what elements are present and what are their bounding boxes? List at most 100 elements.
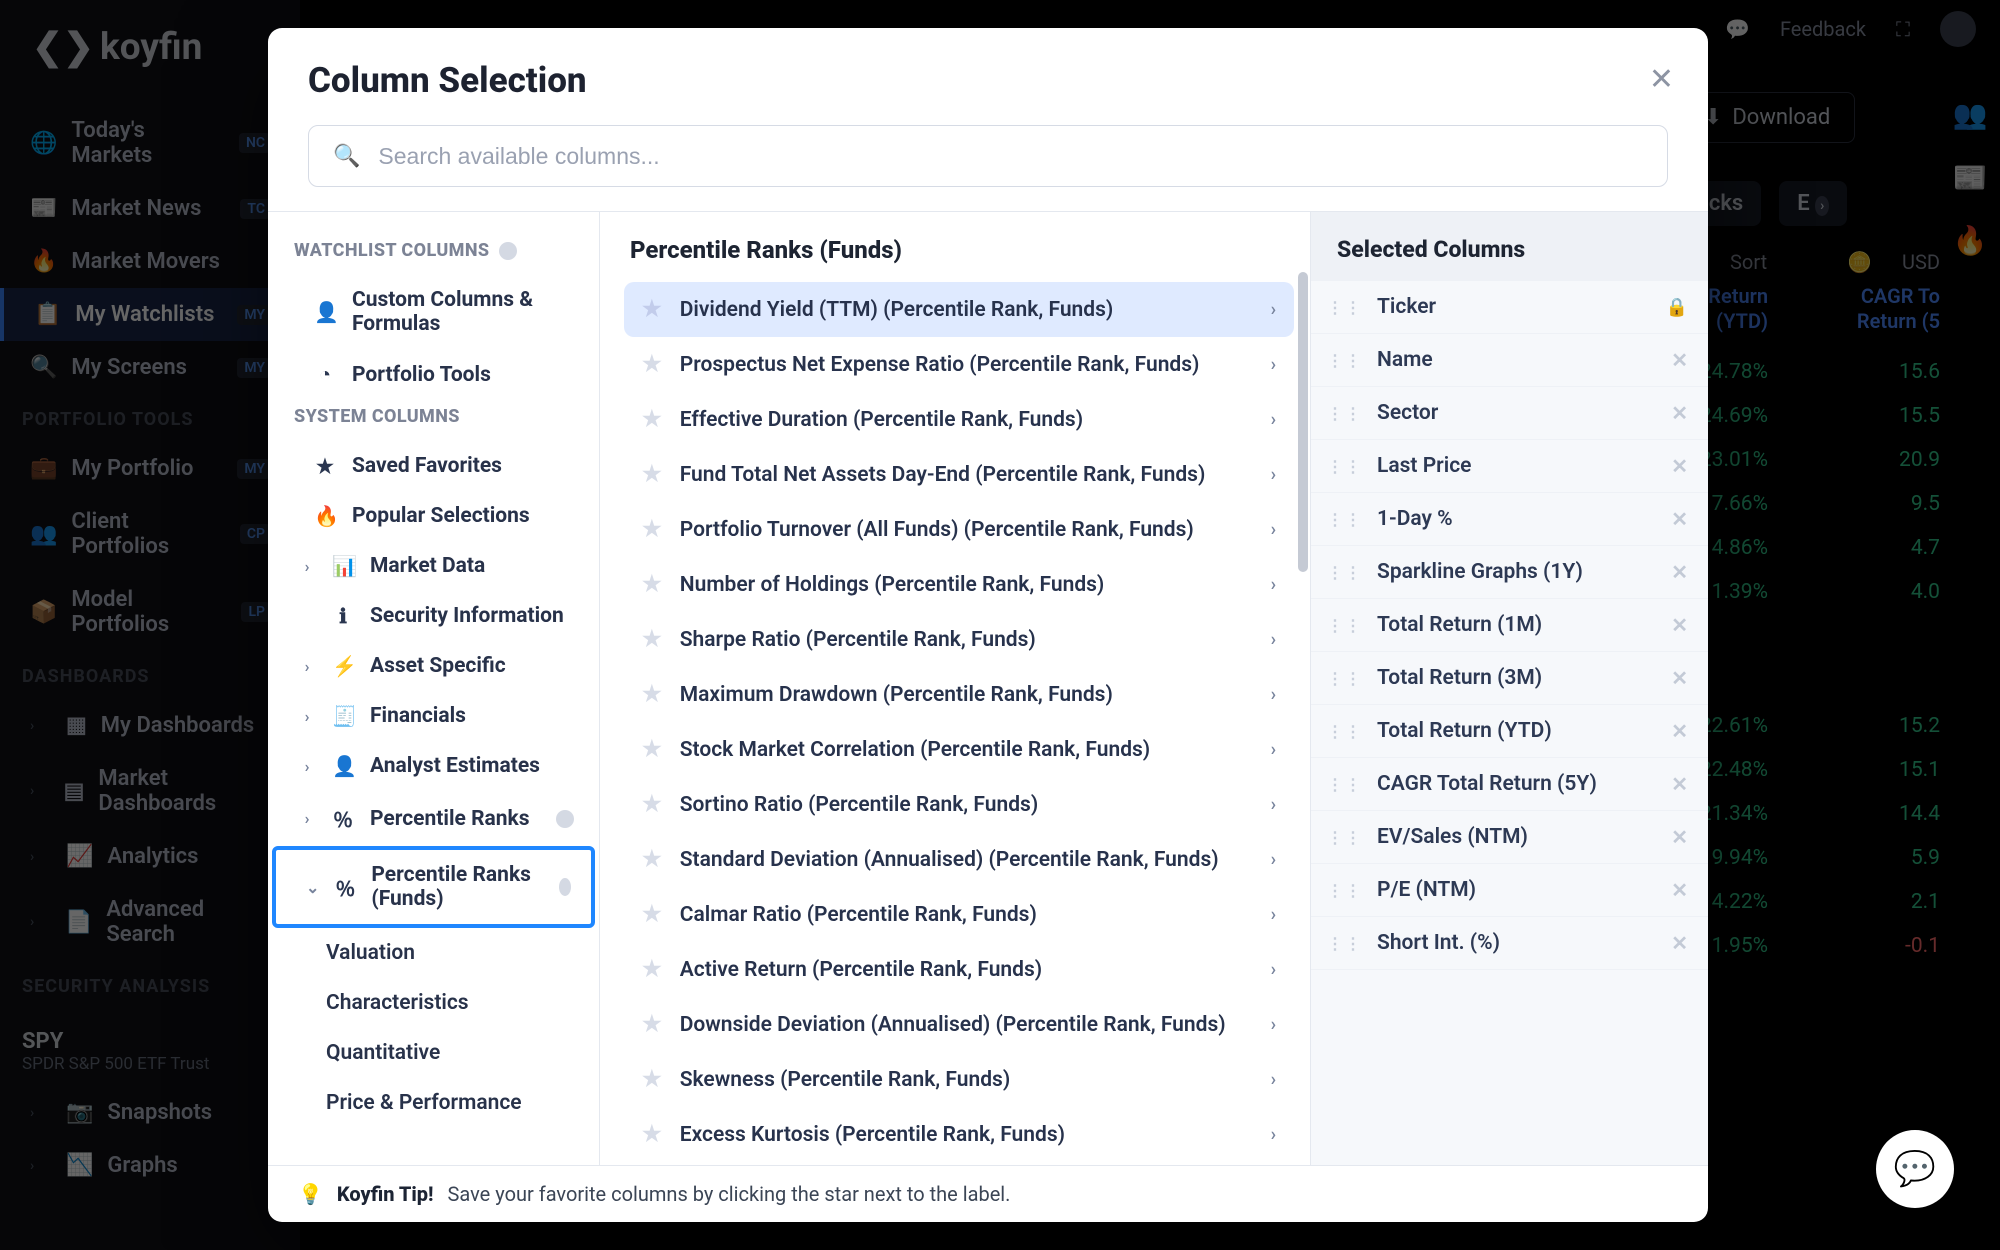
star-icon[interactable]: ★ (642, 352, 662, 377)
selected-column-row[interactable]: ⋮⋮EV/Sales (NTM)✕ (1311, 811, 1708, 864)
info-icon[interactable] (559, 878, 571, 896)
drag-handle-icon[interactable]: ⋮⋮ (1327, 510, 1363, 529)
selected-column-row[interactable]: ⋮⋮CAGR Total Return (5Y)✕ (1311, 758, 1708, 811)
available-column-row[interactable]: ★Skewness (Percentile Rank, Funds)› (624, 1052, 1294, 1107)
selected-column-row[interactable]: ⋮⋮Sparkline Graphs (1Y)✕ (1311, 546, 1708, 599)
available-column-row[interactable]: ★Dividend Yield (TTM) (Percentile Rank, … (624, 282, 1294, 337)
star-icon[interactable]: ★ (642, 572, 662, 597)
remove-icon[interactable]: ✕ (1671, 825, 1688, 849)
drag-handle-icon[interactable]: ⋮⋮ (1327, 563, 1363, 582)
available-column-row[interactable]: ★Sortino Ratio (Percentile Rank, Funds)› (624, 777, 1294, 832)
star-icon[interactable]: ★ (642, 737, 662, 762)
close-icon[interactable]: ✕ (1649, 62, 1674, 97)
star-icon[interactable]: ★ (642, 847, 662, 872)
available-column-row[interactable]: ★Calmar Ratio (Percentile Rank, Funds)› (624, 887, 1294, 942)
selected-column-row[interactable]: ⋮⋮P/E (NTM)✕ (1311, 864, 1708, 917)
drag-handle-icon[interactable]: ⋮⋮ (1327, 722, 1363, 741)
drag-handle-icon[interactable]: ⋮⋮ (1327, 616, 1363, 635)
category-icon: ⚡ (332, 654, 354, 678)
selected-column-row[interactable]: ⋮⋮Sector✕ (1311, 387, 1708, 440)
chat-fab[interactable]: 💬 (1876, 1130, 1954, 1208)
star-icon[interactable]: ★ (642, 1122, 662, 1147)
selected-column-row[interactable]: ⋮⋮Total Return (1M)✕ (1311, 599, 1708, 652)
drag-handle-icon[interactable]: ⋮⋮ (1327, 669, 1363, 688)
chevron-right-icon: › (1271, 739, 1276, 760)
drag-handle-icon[interactable]: ⋮⋮ (1327, 828, 1363, 847)
drag-handle-icon[interactable]: ⋮⋮ (1327, 404, 1363, 423)
info-icon[interactable] (499, 242, 517, 260)
star-icon[interactable]: ★ (642, 407, 662, 432)
remove-icon[interactable]: ✕ (1671, 507, 1688, 531)
remove-icon[interactable]: ✕ (1671, 454, 1688, 478)
category-item[interactable]: ★Saved Favorites (268, 441, 599, 491)
remove-icon[interactable]: ✕ (1671, 878, 1688, 902)
available-column-row[interactable]: ★Prospectus Net Expense Ratio (Percentil… (624, 337, 1294, 392)
star-icon[interactable]: ★ (642, 517, 662, 542)
column-label: Calmar Ratio (Percentile Rank, Funds) (680, 903, 1037, 927)
star-icon[interactable]: ★ (642, 297, 662, 322)
star-icon[interactable]: ★ (642, 902, 662, 927)
star-icon[interactable]: ★ (642, 792, 662, 817)
subcategory-item[interactable]: Quantitative (268, 1028, 599, 1078)
category-item[interactable]: ◔Portfolio Tools (268, 349, 599, 400)
drag-handle-icon[interactable]: ⋮⋮ (1327, 351, 1363, 370)
category-item[interactable]: ℹSecurity Information (268, 591, 599, 641)
available-column-row[interactable]: ★Sharpe Ratio (Percentile Rank, Funds)› (624, 612, 1294, 667)
available-columns-title: Percentile Ranks (Funds) (600, 212, 1310, 282)
selected-column-row[interactable]: ⋮⋮Name✕ (1311, 334, 1708, 387)
drag-handle-icon[interactable]: ⋮⋮ (1327, 775, 1363, 794)
search-field-wrap[interactable]: 🔍 (308, 125, 1668, 187)
category-item[interactable]: 🔥Popular Selections (268, 491, 599, 541)
search-input[interactable] (378, 143, 1643, 170)
subcategory-item[interactable]: Characteristics (268, 978, 599, 1028)
remove-icon[interactable]: ✕ (1671, 560, 1688, 584)
remove-icon[interactable]: ✕ (1671, 401, 1688, 425)
star-icon[interactable]: ★ (642, 957, 662, 982)
remove-icon[interactable]: ✕ (1671, 719, 1688, 743)
star-icon[interactable]: ★ (642, 682, 662, 707)
available-column-row[interactable]: ★Portfolio Turnover (All Funds) (Percent… (624, 502, 1294, 557)
available-column-row[interactable]: ★Excess Kurtosis (Percentile Rank, Funds… (624, 1107, 1294, 1162)
drag-handle-icon[interactable]: ⋮⋮ (1327, 457, 1363, 476)
drag-handle-icon[interactable]: ⋮⋮ (1327, 298, 1363, 317)
chevron-right-icon: › (1271, 519, 1276, 540)
selected-column-row[interactable]: ⋮⋮Ticker🔒 (1311, 281, 1708, 334)
info-icon[interactable] (556, 810, 574, 828)
available-column-row[interactable]: ★Stock Market Correlation (Percentile Ra… (624, 722, 1294, 777)
selected-column-row[interactable]: ⋮⋮Short Int. (%)✕ (1311, 917, 1708, 970)
star-icon[interactable]: ★ (642, 462, 662, 487)
star-icon[interactable]: ★ (642, 1067, 662, 1092)
available-column-row[interactable]: ★Standard Deviation (Annualised) (Percen… (624, 832, 1294, 887)
category-item[interactable]: ›％Percentile Ranks (268, 791, 599, 846)
selected-column-row[interactable]: ⋮⋮Total Return (YTD)✕ (1311, 705, 1708, 758)
remove-icon[interactable]: ✕ (1671, 772, 1688, 796)
category-item[interactable]: ›⚡Asset Specific (268, 641, 599, 691)
category-item[interactable]: ›🧾Financials (268, 691, 599, 741)
remove-icon[interactable]: ✕ (1671, 931, 1688, 955)
chevron-right-icon: › (1271, 354, 1276, 375)
star-icon[interactable]: ★ (642, 627, 662, 652)
subcategory-item[interactable]: Valuation (268, 928, 599, 978)
category-icon: ％ (332, 804, 354, 833)
available-column-row[interactable]: ★Downside Deviation (Annualised) (Percen… (624, 997, 1294, 1052)
drag-handle-icon[interactable]: ⋮⋮ (1327, 881, 1363, 900)
scrollbar[interactable] (1298, 272, 1308, 572)
category-item[interactable]: ›📊Market Data (268, 541, 599, 591)
selected-column-row[interactable]: ⋮⋮1-Day %✕ (1311, 493, 1708, 546)
remove-icon[interactable]: ✕ (1671, 348, 1688, 372)
available-column-row[interactable]: ★Effective Duration (Percentile Rank, Fu… (624, 392, 1294, 447)
drag-handle-icon[interactable]: ⋮⋮ (1327, 934, 1363, 953)
selected-column-row[interactable]: ⋮⋮Last Price✕ (1311, 440, 1708, 493)
category-item[interactable]: ›👤Analyst Estimates (268, 741, 599, 791)
available-column-row[interactable]: ★Maximum Drawdown (Percentile Rank, Fund… (624, 667, 1294, 722)
category-item[interactable]: ⌄％Percentile Ranks (Funds) (272, 846, 595, 928)
star-icon[interactable]: ★ (642, 1012, 662, 1037)
selected-column-row[interactable]: ⋮⋮Total Return (3M)✕ (1311, 652, 1708, 705)
category-item[interactable]: 👤Custom Columns & Formulas (268, 275, 599, 349)
remove-icon[interactable]: ✕ (1671, 666, 1688, 690)
available-column-row[interactable]: ★Active Return (Percentile Rank, Funds)› (624, 942, 1294, 997)
available-column-row[interactable]: ★Fund Total Net Assets Day-End (Percenti… (624, 447, 1294, 502)
remove-icon[interactable]: ✕ (1671, 613, 1688, 637)
available-column-row[interactable]: ★Number of Holdings (Percentile Rank, Fu… (624, 557, 1294, 612)
subcategory-item[interactable]: Price & Performance (268, 1078, 599, 1128)
